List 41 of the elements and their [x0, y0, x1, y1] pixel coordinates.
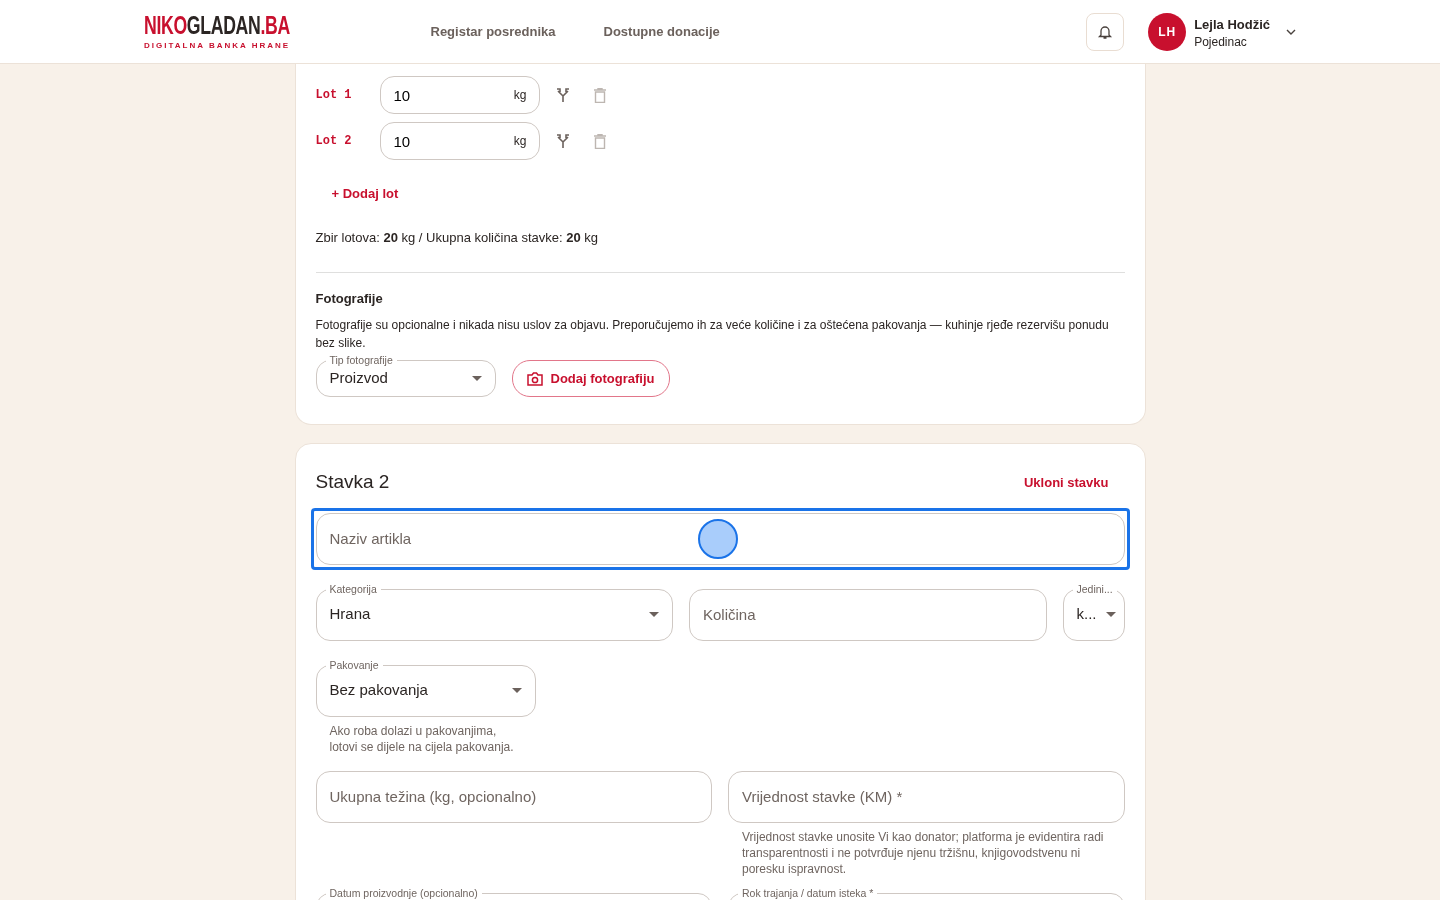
helper-text: Vrijednost stavke unosite Vi kao donator; platforma je evidentira radi transparentnosti i ne potvrđuje njenu tržišnu, knjigovodstvenu ni poresku ispravnost. [741, 828, 1105, 877]
input-field[interactable]: Naziv artikla [315, 512, 1125, 565]
split-icon [555, 88, 570, 102]
select-value: Proizvod [329, 368, 389, 389]
caret-icon [511, 688, 522, 693]
caret-icon [1105, 612, 1116, 617]
trash-icon [593, 87, 606, 103]
item-title: Stavka 2 [315, 470, 390, 494]
add-photo-button[interactable]: Dodaj fotografiju [511, 360, 670, 397]
logo-wordmark: NIKOGLADAN.BA [144, 13, 290, 37]
section-title: Fotografije [315, 289, 384, 308]
logo-tagline: DIGITALNA BANKA HRANE [144, 40, 291, 51]
lot-label: Lot 2 [315, 133, 353, 150]
unit-suffix: kg [513, 133, 527, 150]
remove-item-link[interactable]: Ukloni stavku [1023, 472, 1109, 492]
notifications-button[interactable] [1086, 13, 1125, 51]
select-value: Hrana [329, 604, 372, 625]
bell-icon [1097, 24, 1114, 40]
chevron-down-icon [1286, 29, 1296, 35]
helper-text: Ako roba dolazi u pakovanjima, lotovi se dijele na cijela pakovanja. [328, 722, 515, 755]
select-value: Bez pakovanja [329, 680, 429, 701]
lot-summary: Zbir lotova: 20 kg / Ukupna količina stavke: 20 kg [315, 229, 600, 247]
split-icon [555, 134, 570, 148]
input-field[interactable]: Ukupna težina (kg, opcionalno) [315, 770, 712, 823]
select-value: k... [1076, 604, 1098, 625]
trash-icon [593, 133, 606, 149]
camera-icon [526, 371, 543, 386]
unit-suffix: kg [513, 87, 527, 104]
lot-label: Lot 1 [315, 87, 353, 104]
nav-link[interactable]: Registar posrednika [430, 22, 556, 42]
caret-icon [649, 612, 659, 617]
caret-icon [471, 376, 482, 381]
user-role: Pojedinac [1194, 34, 1248, 49]
nav-link[interactable]: Dostupne donacije [603, 22, 720, 42]
photo-description: Fotografije su opcionalne i nikada nisu uslov za objavu. Preporučujemo ih za veće količine i za oštećena pakovanja — kuhinje rjeđe rezervišu ponudu bez slike. [315, 317, 1110, 352]
avatar: LH [1148, 13, 1187, 51]
user-name: Lejla Hodžić [1194, 16, 1270, 35]
input-field[interactable]: Vrijednost stavke (KM) * [728, 770, 1125, 823]
input-field[interactable]: Količina [689, 588, 1047, 641]
field-label: Tip fotografije [325, 353, 397, 367]
add-lot-link[interactable]: + Dodaj lot [331, 184, 399, 204]
